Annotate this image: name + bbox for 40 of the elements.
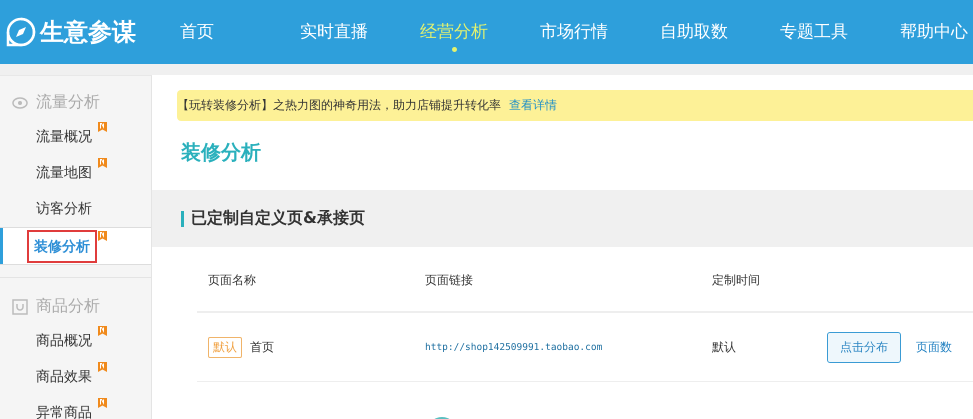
- eye-icon: [12, 96, 28, 108]
- item-label: 商品概况: [36, 332, 92, 350]
- nav-tab[interactable]: 实时直播: [300, 22, 368, 54]
- page-title: 装修分析: [180, 139, 262, 166]
- nav-tab[interactable]: 自助取数: [660, 22, 728, 54]
- click-map-button[interactable]: 点击分布: [827, 332, 901, 362]
- item-label: 访客分析: [36, 200, 92, 218]
- item-label: 商品效果: [36, 368, 92, 386]
- section-title: 已定制自定义页&承接页: [191, 208, 365, 229]
- column-header: 页面名称: [207, 272, 257, 288]
- nav-tab[interactable]: 经营分析: [420, 22, 488, 54]
- notice-text: 【玩转装修分析】之热力图的神奇用法，助力店铺提升转化率: [177, 97, 501, 114]
- sidebar-item[interactable]: 流量地图: [0, 155, 151, 191]
- sidebar-item[interactable]: 商品效果: [0, 359, 151, 395]
- table-cell-text: 默认: [712, 338, 737, 356]
- page-link[interactable]: http://shop142509991.taobao.com: [425, 342, 712, 352]
- group-title: 流量分析: [36, 92, 100, 113]
- table-cell: 首页: [250, 338, 274, 356]
- item-label: 异常商品: [36, 404, 92, 419]
- sidebar-item[interactable]: 流量概况: [0, 119, 151, 155]
- logo-text: 生意参谋: [40, 17, 136, 48]
- column-header: 定制时间: [712, 272, 761, 288]
- sidebar-item[interactable]: 异常商品: [0, 395, 151, 419]
- sidebar-item[interactable]: 商品概况: [0, 323, 151, 359]
- sidebar-item[interactable]: 访客分析: [0, 191, 151, 227]
- nav-tab[interactable]: 首页: [180, 22, 214, 54]
- item-label: 装修分析: [29, 232, 95, 260]
- nav-tab[interactable]: 专题工具: [780, 22, 848, 54]
- default-tag: 默认: [208, 336, 242, 358]
- bag-icon: [12, 298, 28, 314]
- nav-tab[interactable]: 帮助中心: [900, 22, 968, 54]
- item-label: 流量地图: [36, 164, 92, 182]
- sidebar-item[interactable]: 装修分析: [0, 227, 151, 265]
- item-label: 流量概况: [36, 128, 92, 146]
- nav-tab[interactable]: 市场行情: [540, 22, 608, 54]
- column-header: 页面链接: [425, 272, 474, 288]
- page-data-link[interactable]: 页面数: [916, 338, 952, 356]
- details-link[interactable]: 查看详情: [509, 97, 557, 114]
- compass-icon: [6, 17, 36, 47]
- group-title: 商品分析: [36, 296, 100, 317]
